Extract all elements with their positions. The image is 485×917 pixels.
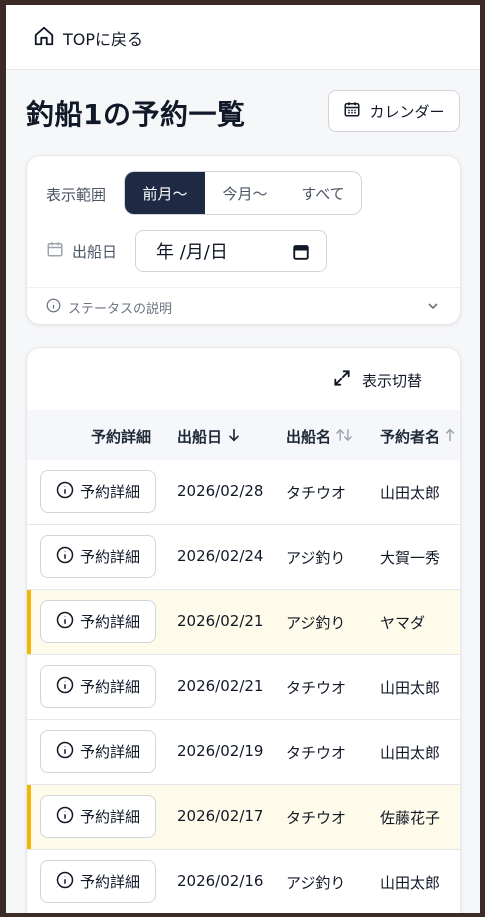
cell-reserver: 山田太郎	[380, 679, 441, 697]
cell-date: 2026/02/16	[177, 872, 264, 890]
cell-boat: タチウオ	[286, 809, 347, 827]
detail-button-label: 予約詳細	[79, 678, 140, 696]
toggle-view-button[interactable]: 表示切替	[332, 368, 422, 392]
status-help-label: ステータスの説明	[68, 302, 173, 317]
header-reserver[interactable]: 予約者名	[380, 426, 456, 447]
detail-button[interactable]: 予約詳細	[40, 600, 156, 643]
info-icon	[46, 298, 61, 317]
cell-reserver: 佐藤花子	[380, 809, 441, 827]
status-highlight-bar	[27, 590, 31, 654]
info-icon	[56, 481, 74, 503]
detail-button[interactable]: 予約詳細	[40, 470, 156, 513]
cell-date: 2026/02/21	[177, 612, 264, 630]
table-row: 予約詳細 2026/02/19 タチウオ 山田太郎	[27, 720, 460, 785]
info-icon	[56, 546, 74, 568]
detail-button-label: 予約詳細	[79, 548, 140, 566]
segment-previous-month[interactable]: 前月〜	[125, 172, 205, 214]
table-row: 予約詳細 2026/02/24 アジ釣り 大賀一秀	[27, 525, 460, 590]
table-body: 予約詳細 2026/02/28 タチウオ 山田太郎 予約詳細 2026/02/24 アジ釣り…	[27, 460, 460, 913]
cell-boat: タチウオ	[286, 744, 347, 762]
top-bar: TOPに戻る	[6, 5, 480, 70]
table-row: 予約詳細 2026/02/16 アジ釣り 山田太郎	[27, 850, 460, 913]
date-label-text: 出船日	[72, 242, 118, 261]
info-icon	[56, 676, 74, 698]
detail-button-label: 予約詳細	[79, 613, 140, 631]
calendar-icon	[46, 240, 64, 262]
page-title: 釣船1の予約一覧	[26, 98, 246, 131]
cell-boat: アジ釣り	[286, 614, 346, 632]
header-boat[interactable]: 出船名	[286, 426, 353, 447]
calendar-button-label: カレンダー	[369, 102, 445, 121]
header-detail: 予約詳細	[91, 428, 152, 446]
detail-button-label: 予約詳細	[79, 483, 140, 501]
info-icon	[56, 741, 74, 763]
info-icon	[56, 871, 74, 893]
segment-this-month[interactable]: 今月〜	[205, 172, 285, 214]
chevron-down-icon[interactable]	[425, 298, 441, 318]
range-label: 表示範囲	[46, 186, 107, 204]
date-picker-icon[interactable]	[292, 243, 310, 266]
cell-date: 2026/02/21	[177, 677, 264, 695]
table-row: 予約詳細 2026/02/17 タチウオ 佐藤花子	[27, 785, 460, 850]
detail-button[interactable]: 予約詳細	[40, 535, 156, 578]
segment-all[interactable]: すべて	[285, 172, 361, 214]
cell-boat: タチウオ	[286, 679, 347, 697]
toggle-view-label: 表示切替	[362, 371, 423, 390]
filter-panel: 表示範囲 前月〜 今月〜 すべて 出船日 年 /月/日 ステータスの説明	[26, 155, 461, 325]
header-date[interactable]: 出船日	[177, 426, 242, 447]
status-highlight-bar	[27, 785, 31, 849]
divider	[27, 287, 460, 288]
app-frame: TOPに戻る 釣船1の予約一覧 カレンダー 表示範囲 前月〜 今月〜 すべて 出…	[6, 5, 480, 913]
detail-button[interactable]: 予約詳細	[40, 795, 156, 838]
cell-boat: アジ釣り	[286, 549, 346, 567]
cell-boat: アジ釣り	[286, 874, 346, 892]
detail-button[interactable]: 予約詳細	[40, 665, 156, 708]
detail-button[interactable]: 予約詳細	[40, 860, 156, 903]
date-input-value: 年 /月/日	[156, 242, 228, 263]
detail-button-label: 予約詳細	[79, 743, 140, 761]
home-icon	[33, 25, 55, 51]
back-label: TOPに戻る	[63, 30, 144, 49]
expand-icon	[332, 368, 352, 392]
sort-icon	[335, 427, 353, 447]
cell-reserver: 山田太郎	[380, 744, 441, 762]
detail-button[interactable]: 予約詳細	[40, 730, 156, 773]
arrow-down-icon	[226, 427, 242, 447]
calendar-button[interactable]: カレンダー	[328, 90, 460, 132]
table-row: 予約詳細 2026/02/28 タチウオ 山田太郎	[27, 460, 460, 525]
info-icon	[56, 611, 74, 633]
cell-reserver: ヤマダ	[380, 614, 426, 632]
table-header: 予約詳細 出船日 出船名 予約者名	[27, 410, 460, 461]
cell-reserver: 山田太郎	[380, 874, 441, 892]
calendar-icon	[343, 100, 361, 122]
back-to-top-link[interactable]: TOPに戻る	[33, 25, 143, 51]
detail-button-label: 予約詳細	[79, 873, 140, 891]
cell-reserver: 山田太郎	[380, 484, 441, 502]
departure-date-input[interactable]: 年 /月/日	[135, 230, 327, 272]
table-row: 予約詳細 2026/02/21 タチウオ 山田太郎	[27, 655, 460, 720]
range-segmented-control: 前月〜 今月〜 すべて	[124, 171, 362, 215]
cell-date: 2026/02/24	[177, 547, 264, 565]
status-help-toggle[interactable]: ステータスの説明	[46, 298, 172, 317]
cell-boat: タチウオ	[286, 484, 347, 502]
reservations-table-card: 表示切替 予約詳細 出船日 出船名 予約者名 予約詳細 2026/02/28 タ…	[26, 347, 461, 913]
cell-date: 2026/02/28	[177, 482, 264, 500]
cell-date: 2026/02/17	[177, 807, 264, 825]
arrow-up-icon	[444, 427, 456, 447]
table-row: 予約詳細 2026/02/21 アジ釣り ヤマダ	[27, 590, 460, 655]
date-label: 出船日	[46, 240, 117, 262]
info-icon	[56, 806, 74, 828]
detail-button-label: 予約詳細	[79, 808, 140, 826]
cell-reserver: 大賀一秀	[380, 549, 441, 567]
cell-date: 2026/02/19	[177, 742, 264, 760]
